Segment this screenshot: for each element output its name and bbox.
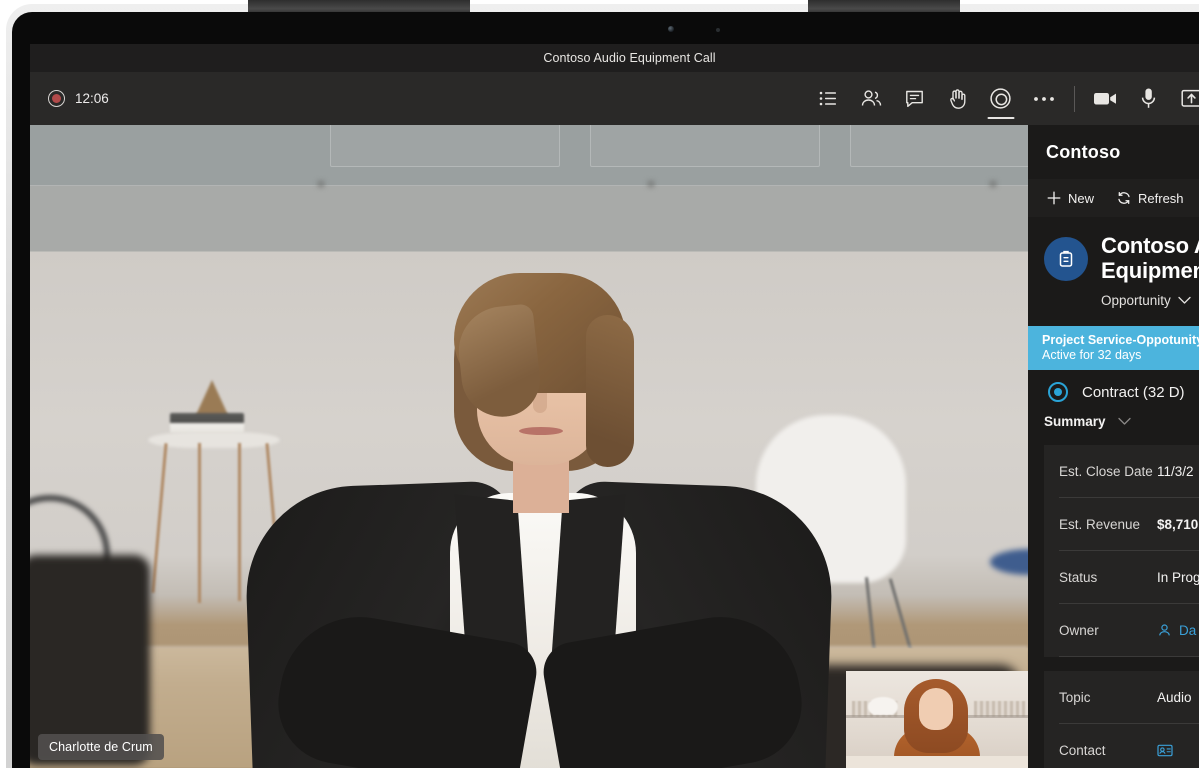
field-value: Audio [1157,689,1192,705]
apps-button[interactable] [979,77,1022,120]
share-screen-icon [1181,89,1199,107]
mouth [519,427,563,435]
summary-label: Summary [1044,414,1106,430]
new-record-button[interactable]: New [1042,186,1098,210]
stage-subtitle: Active for 32 days [1042,348,1142,363]
toolbar-divider [1074,85,1075,112]
more-options-button[interactable] [1022,77,1065,120]
record-entity-type-label: Opportunity [1101,293,1171,309]
microphone-button[interactable] [1127,77,1170,120]
opportunity-briefcase-icon [1044,237,1088,281]
record-title-line1: Contoso A [1101,233,1199,258]
meeting-agenda-button[interactable] [807,77,850,120]
field-row[interactable]: Est. Close Date 11/3/2 [1059,445,1199,499]
field-row[interactable]: Contact [1059,724,1199,768]
list-icon [819,91,836,106]
detail-fields-card: Topic Audio Contact [1044,671,1199,768]
self-view-desk [846,756,1028,768]
window-titlebar: Contoso Audio Equipment Call [30,44,1199,72]
hair-side-right [586,315,634,467]
self-view-lamp [868,697,898,715]
field-row[interactable]: Status In Prog [1059,551,1199,605]
stage-active-icon [1048,382,1068,403]
meeting-toolbar: 12:06 [30,72,1199,125]
meeting-elapsed-time: 12:06 [75,91,109,106]
self-view-face [919,688,953,730]
stage-name: Project Service-Oppotunity [1042,333,1199,348]
field-value: In Prog [1157,569,1199,585]
teams-meeting-window: Contoso Audio Equipment Call 12:06 Charl… [30,44,1199,768]
plus-icon [1047,191,1061,205]
field-label: Status [1059,569,1098,585]
apps-circle-icon [990,88,1011,109]
laptop-device: Contoso Audio Equipment Call 12:06 Charl… [0,0,1199,768]
field-label: Owner [1059,622,1099,638]
record-entity-type-selector[interactable]: Opportunity [1101,293,1199,308]
ellipsis-icon [1033,96,1054,101]
owner-name: Da [1179,622,1197,638]
crm-record-header: Contoso A Equipmen Opportunity [1028,217,1199,319]
crm-panel-header: Contoso [1028,125,1199,179]
field-value-link[interactable] [1157,744,1180,757]
crm-command-bar: New Refresh [1028,179,1199,217]
video-stage[interactable]: Charlotte de Crum [30,125,1028,768]
field-row[interactable]: Est. Revenue $8,710 [1059,498,1199,552]
active-tab-indicator [987,116,1014,119]
field-row[interactable]: Owner Da [1059,604,1199,658]
current-stage-label: Contract (32 D) [1082,383,1185,401]
raise-hand-button[interactable] [936,77,979,120]
participant-name-badge: Charlotte de Crum [38,734,164,760]
share-screen-button[interactable] [1170,77,1199,120]
refresh-button[interactable]: Refresh [1112,186,1188,210]
record-title-line2: Equipmen [1101,258,1199,284]
self-view-thumbnail[interactable] [846,671,1028,768]
meeting-main-area: Charlotte de Crum Contoso New Refresh Co… [30,125,1199,768]
contact-card-icon [1157,744,1173,756]
refresh-icon [1118,191,1130,205]
window-title: Contoso Audio Equipment Call [543,51,716,65]
webcam-led-icon [716,28,720,32]
summary-section-toggle[interactable]: Summary [1028,408,1199,439]
hand-icon [950,88,966,109]
field-value: 11/3/2 [1157,463,1194,479]
chat-icon [906,90,923,107]
chat-button[interactable] [893,77,936,120]
chevron-down-icon [1178,297,1191,304]
camera-icon [1094,93,1116,105]
participants-button[interactable] [850,77,893,120]
record-icon [48,90,65,107]
field-value-link[interactable]: Da [1157,623,1196,638]
person-icon [1159,624,1170,636]
field-label: Contact [1059,742,1106,758]
recording-indicator: 12:06 [48,90,109,107]
refresh-label: Refresh [1138,190,1184,206]
new-record-label: New [1068,190,1095,206]
webcam-icon [668,26,674,32]
people-icon [861,90,882,106]
crm-brand-title: Contoso [1046,141,1121,162]
current-stage-row[interactable]: Contract (32 D) [1028,370,1199,408]
business-process-stage-banner[interactable]: Project Service-Oppotunity Active for 32… [1028,326,1199,371]
field-label: Topic [1059,689,1091,705]
field-label: Est. Revenue [1059,516,1141,532]
field-label: Est. Close Date [1059,463,1153,479]
camera-button[interactable] [1084,77,1127,120]
field-row[interactable]: Topic Audio [1059,671,1199,725]
chevron-down-icon [1117,418,1131,425]
summary-fields-card: Est. Close Date 11/3/2 Est. Revenue $8,7… [1044,445,1199,658]
field-value: $8,710 [1157,516,1199,532]
crm-side-panel: Contoso New Refresh Contoso A Equipmen O… [1028,125,1199,768]
microphone-icon [1141,88,1156,108]
